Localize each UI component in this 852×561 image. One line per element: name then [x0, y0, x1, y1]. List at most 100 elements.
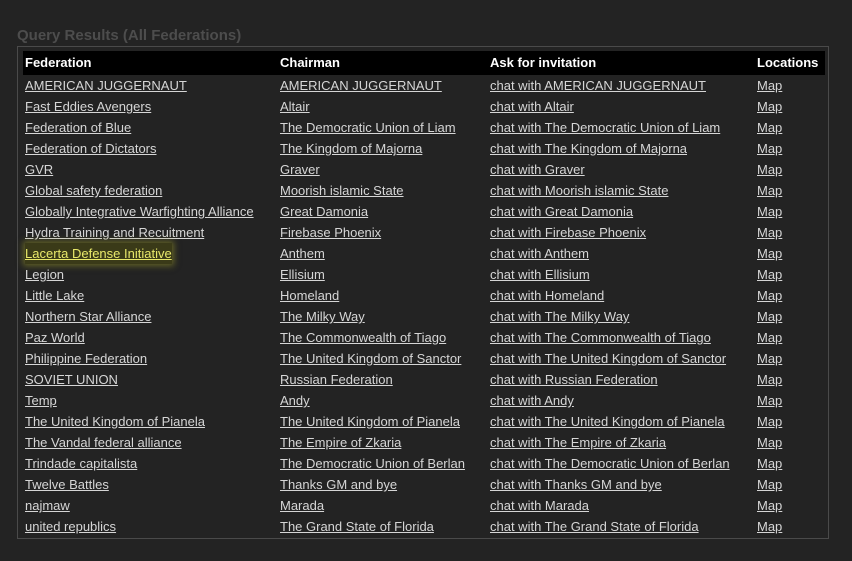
map-link[interactable]: Map — [757, 369, 782, 390]
query-results-panel: Federation Chairman Ask for invitation L… — [17, 46, 829, 539]
panel-title: Query Results (All Federations) — [17, 27, 242, 44]
map-link[interactable]: Map — [757, 453, 782, 474]
chairman-link[interactable]: Homeland — [280, 285, 339, 306]
map-link[interactable]: Map — [757, 96, 782, 117]
table-row: Globally Integrative Warfighting Allianc… — [18, 201, 828, 222]
chairman-link[interactable]: Marada — [280, 495, 324, 516]
chairman-link[interactable]: Anthem — [280, 243, 325, 264]
map-link[interactable]: Map — [757, 138, 782, 159]
chairman-link[interactable]: The Democratic Union of Berlan — [280, 453, 465, 474]
federation-link[interactable]: Lacerta Defense Initiative — [25, 243, 172, 264]
federation-link[interactable]: AMERICAN JUGGERNAUT — [25, 75, 187, 96]
federation-link[interactable]: Global safety federation — [25, 180, 162, 201]
map-link[interactable]: Map — [757, 390, 782, 411]
chairman-link[interactable]: The Commonwealth of Tiago — [280, 327, 446, 348]
table-row: Northern Star Alliance The Milky Way chat … — [18, 306, 828, 327]
chairman-link[interactable]: Moorish islamic State — [280, 180, 404, 201]
chat-invitation-link[interactable]: chat with Marada — [490, 495, 589, 516]
table-row: najmaw Marada chat with Marada Map — [18, 495, 828, 516]
federation-link[interactable]: Little Lake — [25, 285, 84, 306]
chat-invitation-link[interactable]: chat with Firebase Phoenix — [490, 222, 646, 243]
chat-invitation-link[interactable]: chat with Moorish islamic State — [490, 180, 668, 201]
federation-link[interactable]: Globally Integrative Warfighting Allianc… — [25, 201, 254, 222]
chat-invitation-link[interactable]: chat with The United Kingdom of Sanctor — [490, 348, 726, 369]
chat-invitation-link[interactable]: chat with Homeland — [490, 285, 604, 306]
federation-link[interactable]: Philippine Federation — [25, 348, 147, 369]
map-link[interactable]: Map — [757, 432, 782, 453]
federation-link[interactable]: Fast Eddies Avengers — [25, 96, 151, 117]
map-link[interactable]: Map — [757, 348, 782, 369]
chairman-link[interactable]: AMERICAN JUGGERNAUT — [280, 75, 442, 96]
chat-invitation-link[interactable]: chat with The Milky Way — [490, 306, 629, 327]
chat-invitation-link[interactable]: chat with Russian Federation — [490, 369, 658, 390]
chat-invitation-link[interactable]: chat with Altair — [490, 96, 574, 117]
map-link[interactable]: Map — [757, 117, 782, 138]
chairman-link[interactable]: Russian Federation — [280, 369, 393, 390]
chat-invitation-link[interactable]: chat with The Grand State of Florida — [490, 516, 699, 537]
header-federation: Federation — [25, 55, 92, 70]
federation-link[interactable]: Twelve Battles — [25, 474, 109, 495]
federation-link[interactable]: Federation of Dictators — [25, 138, 157, 159]
map-link[interactable]: Map — [757, 264, 782, 285]
chat-invitation-link[interactable]: chat with Andy — [490, 390, 574, 411]
table-row: Philippine Federation The United Kingdom … — [18, 348, 828, 369]
chairman-link[interactable]: The Grand State of Florida — [280, 516, 434, 537]
map-link[interactable]: Map — [757, 495, 782, 516]
federation-link[interactable]: Trindade capitalista — [25, 453, 137, 474]
chairman-link[interactable]: Great Damonia — [280, 201, 368, 222]
chairman-link[interactable]: The Empire of Zkaria — [280, 432, 401, 453]
chat-invitation-link[interactable]: chat with The United Kingdom of Pianela — [490, 411, 725, 432]
map-link[interactable]: Map — [757, 306, 782, 327]
chairman-link[interactable]: Firebase Phoenix — [280, 222, 381, 243]
federation-link[interactable]: The Vandal federal alliance — [25, 432, 182, 453]
map-link[interactable]: Map — [757, 327, 782, 348]
chat-invitation-link[interactable]: chat with AMERICAN JUGGERNAUT — [490, 75, 706, 96]
chat-invitation-link[interactable]: chat with Thanks GM and bye — [490, 474, 662, 495]
chairman-link[interactable]: Altair — [280, 96, 310, 117]
federation-link[interactable]: Temp — [25, 390, 57, 411]
header-chairman: Chairman — [280, 55, 340, 70]
chat-invitation-link[interactable]: chat with The Empire of Zkaria — [490, 432, 666, 453]
table-row: AMERICAN JUGGERNAUT AMERICAN JUGGERNAUT ch… — [18, 75, 828, 96]
chat-invitation-link[interactable]: chat with The Democratic Union of Berlan — [490, 453, 730, 474]
map-link[interactable]: Map — [757, 411, 782, 432]
map-link[interactable]: Map — [757, 201, 782, 222]
map-link[interactable]: Map — [757, 159, 782, 180]
map-link[interactable]: Map — [757, 243, 782, 264]
chairman-link[interactable]: Thanks GM and bye — [280, 474, 397, 495]
chat-invitation-link[interactable]: chat with Ellisium — [490, 264, 590, 285]
map-link[interactable]: Map — [757, 75, 782, 96]
table-row: Federation of Dictators The Kingdom of Ma… — [18, 138, 828, 159]
federation-link[interactable]: united republics — [25, 516, 116, 537]
chairman-link[interactable]: Ellisium — [280, 264, 325, 285]
map-link[interactable]: Map — [757, 474, 782, 495]
chat-invitation-link[interactable]: chat with Anthem — [490, 243, 589, 264]
map-link[interactable]: Map — [757, 285, 782, 306]
chat-invitation-link[interactable]: chat with The Kingdom of Majorna — [490, 138, 687, 159]
federation-link[interactable]: SOVIET UNION — [25, 369, 118, 390]
federation-link[interactable]: najmaw — [25, 495, 70, 516]
chat-invitation-link[interactable]: chat with Great Damonia — [490, 201, 633, 222]
federation-link[interactable]: Legion — [25, 264, 64, 285]
chairman-link[interactable]: The Milky Way — [280, 306, 365, 327]
table-row: Trindade capitalista The Democratic Union… — [18, 453, 828, 474]
chat-invitation-link[interactable]: chat with The Democratic Union of Liam — [490, 117, 720, 138]
federation-link[interactable]: Paz World — [25, 327, 85, 348]
federation-link[interactable]: The United Kingdom of Pianela — [25, 411, 205, 432]
federation-link[interactable]: Hydra Training and Recuitment — [25, 222, 204, 243]
chairman-link[interactable]: The United Kingdom of Pianela — [280, 411, 460, 432]
chat-invitation-link[interactable]: chat with Graver — [490, 159, 585, 180]
chairman-link[interactable]: The United Kingdom of Sanctor — [280, 348, 461, 369]
chat-invitation-link[interactable]: chat with The Commonwealth of Tiago — [490, 327, 711, 348]
map-link[interactable]: Map — [757, 222, 782, 243]
map-link[interactable]: Map — [757, 180, 782, 201]
map-link[interactable]: Map — [757, 516, 782, 537]
federation-link[interactable]: Northern Star Alliance — [25, 306, 151, 327]
table-row: The United Kingdom of Pianela The United … — [18, 411, 828, 432]
chairman-link[interactable]: The Democratic Union of Liam — [280, 117, 456, 138]
chairman-link[interactable]: Andy — [280, 390, 310, 411]
federation-link[interactable]: Federation of Blue — [25, 117, 131, 138]
chairman-link[interactable]: Graver — [280, 159, 320, 180]
chairman-link[interactable]: The Kingdom of Majorna — [280, 138, 422, 159]
federation-link[interactable]: GVR — [25, 159, 53, 180]
